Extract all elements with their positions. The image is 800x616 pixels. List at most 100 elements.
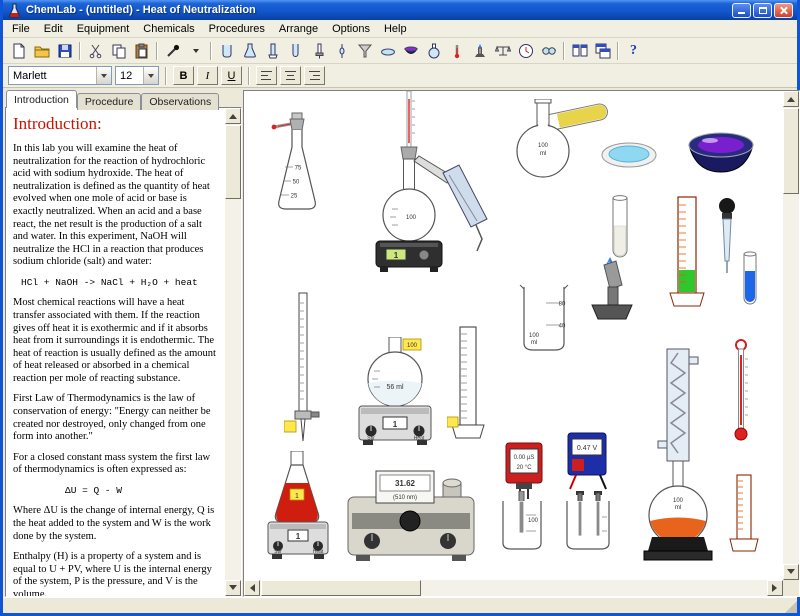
- menu-file[interactable]: File: [5, 21, 37, 37]
- font-family-value: Marlett: [13, 70, 92, 82]
- evaporating-dish[interactable]: [684, 125, 758, 177]
- dropper-tool-button[interactable]: [161, 40, 184, 62]
- beaker-with-probe[interactable]: 100: [496, 491, 548, 553]
- beaker-tool-button[interactable]: [215, 40, 238, 62]
- font-family-select[interactable]: Marlett: [8, 66, 112, 85]
- spectrophotometer-graphic: 31.62 (510 nm): [346, 469, 478, 565]
- scroll-down-button[interactable]: [783, 564, 799, 580]
- help-button[interactable]: ?: [622, 40, 645, 62]
- svg-text:100: 100: [673, 498, 684, 504]
- reflux-condenser-flask[interactable]: 100 ml: [640, 345, 720, 575]
- menu-edit[interactable]: Edit: [37, 21, 70, 37]
- reaction-equation: HCl + NaOH -> NaCl + H₂O + heat: [21, 277, 219, 288]
- menu-chemicals[interactable]: Chemicals: [136, 21, 201, 37]
- test-tube-tool-button[interactable]: [284, 40, 307, 62]
- close-button[interactable]: [774, 3, 793, 18]
- svg-text:80: 80: [559, 302, 566, 308]
- scroll-up-button[interactable]: [783, 91, 799, 107]
- copy-button[interactable]: [107, 40, 130, 62]
- spectrophotometer[interactable]: 31.62 (510 nm): [346, 469, 478, 565]
- menu-arrange[interactable]: Arrange: [272, 21, 325, 37]
- pipette-tool-button[interactable]: [330, 40, 353, 62]
- evaporating-dish-tool-button[interactable]: [399, 40, 422, 62]
- balance-tool-button[interactable]: [491, 40, 514, 62]
- florence-flask[interactable]: 100 ml: [514, 99, 572, 181]
- cascade-windows-button[interactable]: [591, 40, 614, 62]
- beaker-with-electrodes[interactable]: [560, 491, 618, 553]
- font-size-value: 12: [120, 70, 139, 82]
- bunsen-burner-tool-button[interactable]: [468, 40, 491, 62]
- tab-procedure[interactable]: Procedure: [77, 93, 141, 110]
- align-center-button[interactable]: [280, 66, 301, 85]
- minimize-button[interactable]: [732, 3, 751, 18]
- stoppered-erlenmeyer-flask[interactable]: 75 50 25: [266, 109, 328, 219]
- svg-text:ml: ml: [531, 340, 537, 346]
- align-left-button[interactable]: [256, 66, 277, 85]
- scroll-right-button[interactable]: [767, 580, 783, 596]
- burette[interactable]: [284, 291, 320, 453]
- voltmeter[interactable]: 0.47 V: [556, 431, 616, 493]
- graduated-cylinder-empty[interactable]: [447, 321, 487, 443]
- document-text-area[interactable]: Introduction: In this lab you will exami…: [5, 107, 242, 597]
- title-bar: ChemLab - (untitled) - Heat of Neutraliz…: [3, 0, 797, 20]
- test-tube-blue[interactable]: [736, 251, 764, 313]
- scroll-thumb[interactable]: [225, 125, 241, 199]
- cut-button[interactable]: [84, 40, 107, 62]
- scroll-thumb[interactable]: [261, 580, 421, 596]
- round-flask-tool-button[interactable]: [422, 40, 445, 62]
- goggles-tool-button[interactable]: [537, 40, 560, 62]
- burette-tool-button[interactable]: [307, 40, 330, 62]
- scroll-down-button[interactable]: [225, 580, 241, 596]
- menu-bar: File Edit Equipment Chemicals Procedures…: [3, 20, 797, 38]
- menu-equipment[interactable]: Equipment: [70, 21, 137, 37]
- graduated-cylinder-tool-button[interactable]: [261, 40, 284, 62]
- tab-observations[interactable]: Observations: [141, 93, 219, 110]
- distillation-apparatus[interactable]: 100 1: [348, 91, 488, 309]
- flask-on-hotplate-stirrer[interactable]: 100 56 ml 1 Stir Heat: [347, 337, 445, 449]
- watch-glass-graphic: [600, 141, 658, 169]
- distillation-graphic: 100 1: [348, 91, 488, 309]
- scroll-thumb[interactable]: [783, 108, 799, 194]
- spectro-wavelength: (510 nm): [393, 495, 417, 501]
- italic-button[interactable]: I: [197, 66, 218, 85]
- lab-workspace[interactable]: 75 50 25: [244, 91, 783, 580]
- bunsen-burner[interactable]: [580, 257, 640, 323]
- bold-button[interactable]: B: [173, 66, 194, 85]
- menu-options[interactable]: Options: [325, 21, 377, 37]
- dropper-menu-button[interactable]: [184, 40, 207, 62]
- underline-button[interactable]: U: [221, 66, 242, 85]
- tab-introduction[interactable]: Introduction: [6, 90, 77, 108]
- maximize-button[interactable]: [753, 3, 772, 18]
- test-tube-solid[interactable]: [600, 194, 640, 266]
- thermometer-tool-button[interactable]: [445, 40, 468, 62]
- align-right-button[interactable]: [304, 66, 325, 85]
- paste-icon: [134, 43, 150, 59]
- new-file-button[interactable]: [7, 40, 30, 62]
- scroll-left-button[interactable]: [244, 580, 260, 596]
- clock-tool-button[interactable]: [514, 40, 537, 62]
- erlenmeyer-tool-button[interactable]: [238, 40, 261, 62]
- new-file-icon: [11, 43, 27, 59]
- align-center-icon: [285, 71, 296, 80]
- save-button[interactable]: [53, 40, 76, 62]
- paste-button[interactable]: [130, 40, 153, 62]
- document-tabs: IntroductionProcedureObservations: [5, 90, 242, 108]
- funnel-tool-button[interactable]: [353, 40, 376, 62]
- font-size-select[interactable]: 12: [115, 66, 159, 85]
- watch-glass-tool-button[interactable]: [376, 40, 399, 62]
- menu-procedures[interactable]: Procedures: [202, 21, 272, 37]
- open-file-button[interactable]: [30, 40, 53, 62]
- menu-help[interactable]: Help: [377, 21, 414, 37]
- font-size-dropdown-button[interactable]: [143, 67, 158, 84]
- graduated-cylinder-green[interactable]: [664, 189, 708, 313]
- watch-glass[interactable]: [600, 141, 658, 169]
- font-family-dropdown-button[interactable]: [96, 67, 111, 84]
- copy-icon: [111, 43, 127, 59]
- scroll-up-button[interactable]: [225, 108, 241, 124]
- beaker-100ml[interactable]: 80 40 100 ml: [516, 281, 572, 355]
- resize-grip[interactable]: [785, 601, 797, 613]
- thermometer[interactable]: [728, 339, 754, 445]
- toolbar-separator: [156, 42, 158, 60]
- erlenmeyer-on-stirrer[interactable]: 1 1 Stir Heat: [260, 451, 336, 567]
- tile-windows-button[interactable]: [568, 40, 591, 62]
